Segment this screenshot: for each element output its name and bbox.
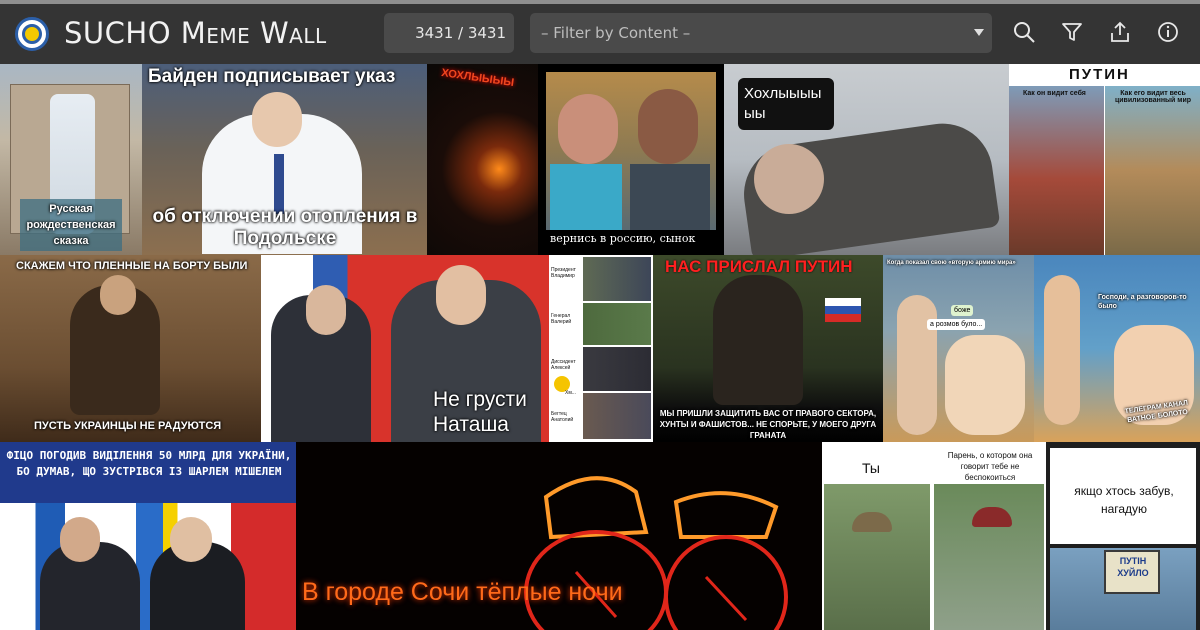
meme-title: ПУТИН <box>1069 66 1130 83</box>
meme-caption-top: Байден подписывает указ <box>148 66 396 87</box>
meme-caption: Хохлыыыы ыы <box>744 85 822 122</box>
meme-caption-right: Как его видит весь цивилизованный мир <box>1114 90 1192 104</box>
meme-tile-4[interactable]: вернись в россию, сынок <box>538 64 724 255</box>
meme-label: Хм... <box>565 390 576 396</box>
meme-label: Диссидент Алексей <box>551 359 576 371</box>
meme-label: Президент Владимир <box>551 267 576 279</box>
meme-caption-left: Ты <box>862 460 880 476</box>
info-icon[interactable] <box>1156 20 1180 44</box>
meme-caption-left: Как он видит себя <box>1023 90 1086 97</box>
protest-sign: ПУТІН ХУЙЛО <box>1117 556 1149 578</box>
meme-label: Бегтец Анатолий <box>551 411 574 423</box>
meme-tile-13[interactable]: ФІЦО ПОГОДИВ ВИДІЛЕННЯ 50 МЛРД ДЛЯ УКРАЇ… <box>0 442 296 630</box>
meme-caption-right: Парень, о котором она говорит тебе не бе… <box>947 451 1033 482</box>
meme-caption-top: СКАЖЕМ ЧТО ПЛЕННЫЕ НА БОРТУ БЫЛИ <box>16 260 248 272</box>
app-title: SUCHO Meme Wall <box>64 16 327 50</box>
chat-bubble: а розмов було... <box>927 319 986 330</box>
sucho-logo[interactable] <box>15 17 49 51</box>
share-icon[interactable] <box>1108 20 1132 44</box>
meme-tile-10[interactable]: НАС ПРИСЛАЛ ПУТИН МЫ ПРИШЛИ ЗАЩИТИТЬ ВАС… <box>653 255 883 442</box>
meme-tile-3[interactable]: ХОХЛЫЫЫЫ <box>427 64 538 255</box>
meme-tile-16[interactable]: якщо хтось забув, нагадую ПУТІН ХУЙЛО <box>1046 442 1200 630</box>
filter-placeholder: – Filter by Content – <box>541 24 691 42</box>
meme-caption: Не грусти Наташа <box>433 388 527 436</box>
meme-tile-2[interactable]: Байден подписывает указ об отключении от… <box>142 64 427 255</box>
meme-tile-7[interactable]: СКАЖЕМ ЧТО ПЛЕННЫЕ НА БОРТУ БЫЛИ ПУСТЬ У… <box>0 255 261 442</box>
meme-caption: ФІЦО ПОГОДИВ ВИДІЛЕННЯ 50 МЛРД ДЛЯ УКРАЇ… <box>6 449 292 478</box>
meme-tile-6[interactable]: ПУТИН Как он видит себя Как его видит ве… <box>1009 64 1200 255</box>
meme-tile-14[interactable]: В городе Сочи тёплые ночи <box>296 442 822 630</box>
meme-caption-bottom: МЫ ПРИШЛИ ЗАЩИТИТЬ ВАС ОТ ПРАВОГО СЕКТОР… <box>659 409 877 440</box>
meme-caption-bottom: об отключении отопления в Подольске <box>152 206 418 249</box>
meme-caption: вернись в россию, сынок <box>550 232 696 245</box>
meme-caption: ХОХЛЫЫЫЫ <box>440 66 515 90</box>
meme-caption: В городе Сочи тёплые ночи <box>302 578 623 606</box>
content-filter-select[interactable]: – Filter by Content – <box>530 13 992 53</box>
meme-caption-top: Господи, а разговоров-то было <box>1098 294 1187 310</box>
search-icon[interactable] <box>1012 20 1036 44</box>
app-header: SUCHO Meme Wall 3431 / 3431 – Filter by … <box>0 4 1200 64</box>
meme-tile-11[interactable]: Когда показал свою «вторую армию мира» б… <box>883 255 1034 442</box>
meme-tile-15[interactable]: Ты Парень, о котором она говорит тебе не… <box>822 442 1046 630</box>
chat-bubble: боже <box>951 305 974 316</box>
meme-tile-12[interactable]: Господи, а разговоров-то было ТЕЛЕГРАМ К… <box>1034 255 1200 442</box>
filter-icon[interactable] <box>1060 20 1084 44</box>
meme-caption: Русская рождественская сказка <box>20 199 122 251</box>
meme-caption-bottom: ПУСТЬ УКРАИНЦЫ НЕ РАДУЮТСЯ <box>34 420 222 432</box>
meme-caption-top: Когда показал свою «вторую армию мира» <box>887 260 1016 266</box>
meme-tile-9[interactable]: Президент Владимир Генерал Валерий Дисси… <box>549 255 653 442</box>
meme-caption: якщо хтось забув, нагадую <box>1074 484 1174 516</box>
meme-tile-5[interactable]: Хохлыыыы ыы <box>724 64 1009 255</box>
meme-label: Генерал Валерий <box>551 313 572 325</box>
meme-counter[interactable]: 3431 / 3431 <box>384 13 514 53</box>
meme-tile-8[interactable]: Не грусти Наташа <box>261 255 549 442</box>
chevron-down-icon <box>974 29 984 36</box>
meme-caption-top: НАС ПРИСЛАЛ ПУТИН <box>665 257 853 276</box>
meme-tile-1[interactable]: Русская рождественская сказка <box>0 64 142 255</box>
